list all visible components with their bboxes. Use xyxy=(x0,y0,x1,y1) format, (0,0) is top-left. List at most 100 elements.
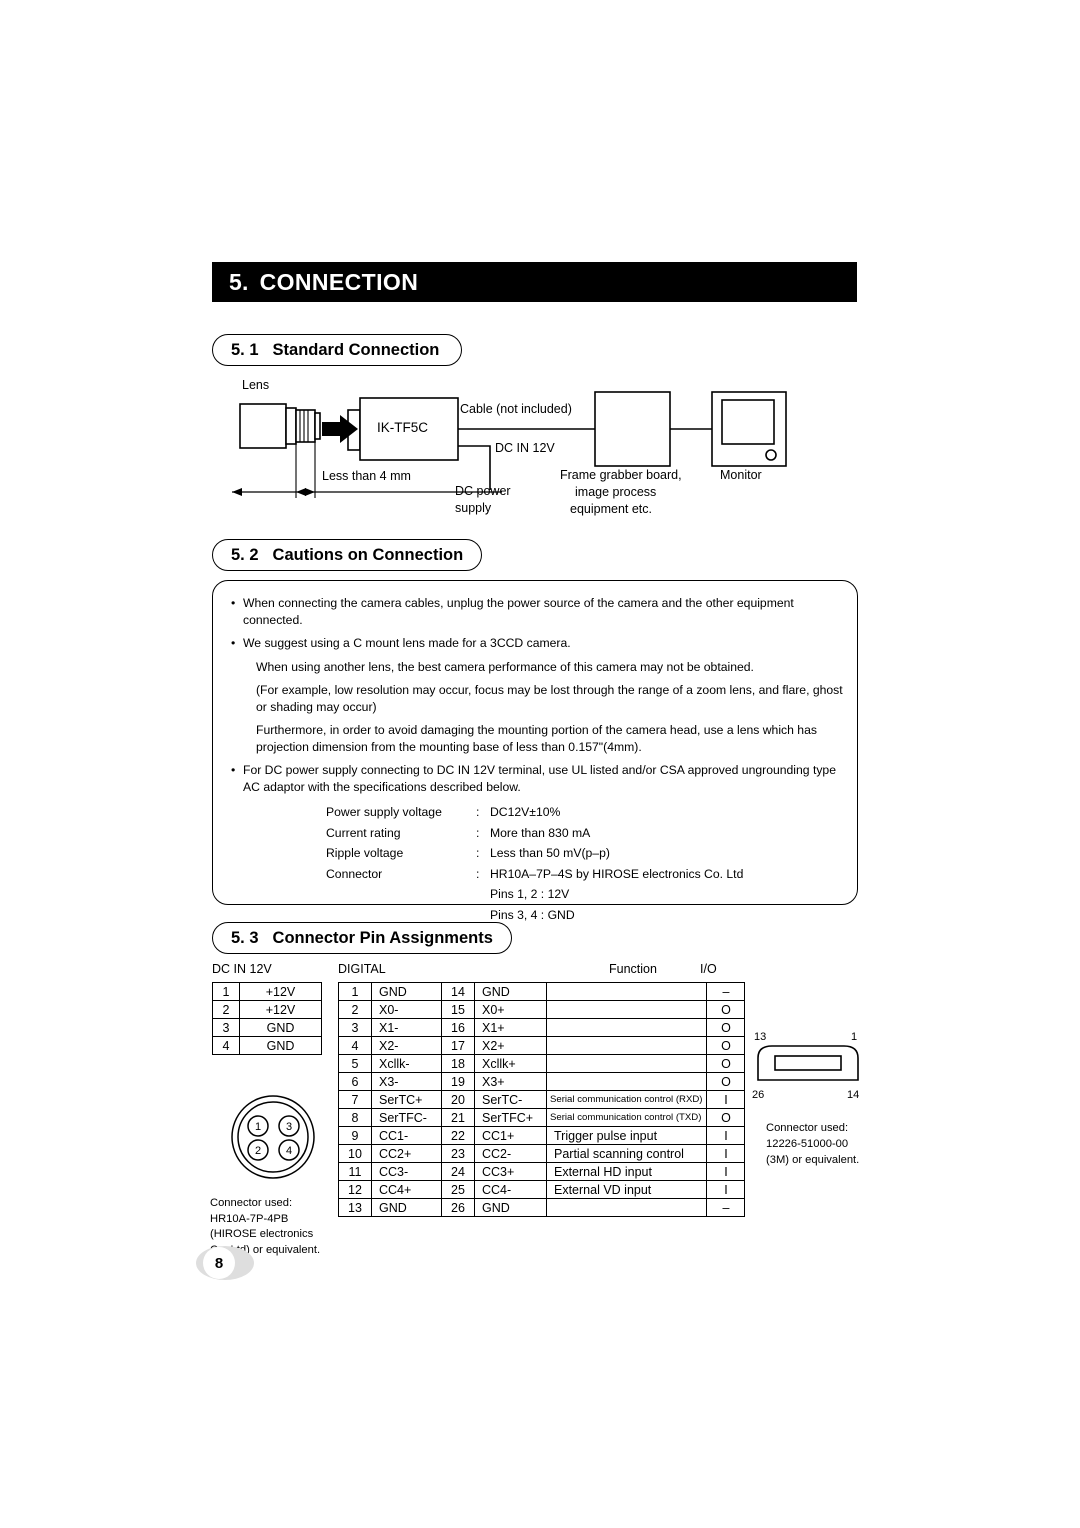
spec-extra-line: Pins 1, 2 : 12V xyxy=(490,887,570,901)
spec-value: DC12V±10% xyxy=(490,805,561,819)
table-row: 5 Xcllk- 18 Xcllk+ O xyxy=(338,1054,746,1073)
pin-number: 11 xyxy=(338,1162,372,1181)
pin-name: SerTC+ xyxy=(371,1090,442,1109)
diagram-framegrabber-line1: Frame grabber board, xyxy=(560,468,682,482)
caution-bullet-2-text: We suggest using a C mount lens made for… xyxy=(243,636,571,650)
page-number-badge: 8 xyxy=(196,1246,254,1280)
spec-row: Connector : HR10A–7P–4S by HIROSE electr… xyxy=(326,864,843,885)
table-row: 2 X0- 15 X0+ O xyxy=(338,1000,746,1019)
pin-io: I xyxy=(706,1126,746,1145)
dcin-pin-circle-label: 4 xyxy=(286,1145,292,1157)
pin-io: O xyxy=(706,1054,746,1073)
pin-number: 12 xyxy=(338,1180,372,1199)
pin-number: 22 xyxy=(441,1126,475,1145)
pin-name: CC2+ xyxy=(371,1144,442,1163)
pin-name: GND xyxy=(239,1036,322,1055)
pin-name: X3+ xyxy=(474,1072,547,1091)
pin-function xyxy=(545,1000,708,1019)
pin-number: 24 xyxy=(441,1162,475,1181)
pin-io: – xyxy=(706,982,746,1001)
dcin-pin-table: 1 +12V 2 +12V 3 GND 4 GND xyxy=(212,982,322,1055)
bullet-marker: • xyxy=(231,596,236,610)
pin-number: 19 xyxy=(441,1072,475,1091)
section-header-5-1: 5. 1 Standard Connection xyxy=(212,334,462,366)
digital-connector-corner-label: 1 xyxy=(851,1031,857,1043)
section-5-1-title: Standard Connection xyxy=(272,340,440,359)
table-row: 4 GND xyxy=(212,1036,322,1055)
diagram-framegrabber-line3: equipment etc. xyxy=(570,502,652,516)
caution-bullet-1: • When connecting the camera cables, unp… xyxy=(231,595,843,628)
pin-io: I xyxy=(706,1090,746,1109)
spec-colon: : xyxy=(476,825,480,840)
table-row: 2 +12V xyxy=(212,1000,322,1019)
section-5-3-number: 5. 3 xyxy=(231,928,259,947)
cautions-list: • When connecting the camera cables, unp… xyxy=(231,595,843,925)
table-row: 12 CC4+ 25 CC4- External VD input I xyxy=(338,1180,746,1199)
spec-name: Connector xyxy=(326,866,383,881)
pin-name: GND xyxy=(474,982,547,1001)
pin-number: 23 xyxy=(441,1144,475,1163)
pin-function xyxy=(545,1198,708,1217)
pin-number: 13 xyxy=(338,1198,372,1217)
pin-number: 15 xyxy=(441,1000,475,1019)
pin-number: 4 xyxy=(338,1036,372,1055)
pin-io: O xyxy=(706,1036,746,1055)
digital-connector-note-line: Connector used: xyxy=(766,1122,849,1134)
pin-number: 18 xyxy=(441,1054,475,1073)
pin-name: X1- xyxy=(371,1018,442,1037)
pin-number: 17 xyxy=(441,1036,475,1055)
diagram-cable-label: Cable (not included) xyxy=(460,402,572,416)
pin-name: CC3+ xyxy=(474,1162,547,1181)
chapter-title-bar: 5. CONNECTION xyxy=(212,262,857,302)
section-header-5-3: 5. 3 Connector Pin Assignments xyxy=(212,922,512,954)
digital-connector-corner-label: 14 xyxy=(847,1089,859,1101)
pin-number: 10 xyxy=(338,1144,372,1163)
pin-function: Trigger pulse input xyxy=(545,1126,708,1145)
pin-number: 8 xyxy=(338,1108,372,1127)
pin-io: I xyxy=(706,1144,746,1163)
pin-name: X2- xyxy=(371,1036,442,1055)
pin-function xyxy=(545,1036,708,1055)
diagram-lens-label: Lens xyxy=(242,378,270,392)
pin-number: 7 xyxy=(338,1090,372,1109)
pin-number: 16 xyxy=(441,1018,475,1037)
pin-number: 3 xyxy=(212,1018,240,1037)
digital-connector-drawing: 13 1 26 14 xyxy=(748,1028,868,1116)
caution-paragraph-1: When using another lens, the best camera… xyxy=(256,659,754,674)
diagram-dimension-label: Less than 4 mm xyxy=(322,469,411,483)
spec-name: Current rating xyxy=(326,825,401,840)
table-row: 1 GND 14 GND – xyxy=(338,982,746,1001)
pin-number: 20 xyxy=(441,1090,475,1109)
pin-function: Partial scanning control xyxy=(545,1144,708,1163)
caution-paragraph-3: Furthermore, in order to avoid damaging … xyxy=(256,723,817,754)
pin-name: CC1+ xyxy=(474,1126,547,1145)
spec-value: More than 830 mA xyxy=(490,825,591,840)
table-row: 9 CC1- 22 CC1+ Trigger pulse input I xyxy=(338,1126,746,1145)
table-row: 6 X3- 19 X3+ O xyxy=(338,1072,746,1091)
table-row: 11 CC3- 24 CC3+ External HD input I xyxy=(338,1162,746,1181)
digital-connector-corner-label: 26 xyxy=(752,1089,764,1101)
pin-io: I xyxy=(706,1180,746,1199)
pin-function: External VD input xyxy=(545,1180,708,1199)
pin-io: O xyxy=(706,1000,746,1019)
pin-number: 2 xyxy=(338,1000,372,1019)
pin-number: 3 xyxy=(338,1018,372,1037)
lens-body xyxy=(239,403,287,449)
spec-name: Power supply voltage xyxy=(326,805,442,819)
digital-connector-note: Connector used: 12226-51000-00 (3M) or e… xyxy=(766,1120,859,1168)
pin-name: X0- xyxy=(371,1000,442,1019)
pin-name: CC2- xyxy=(474,1144,547,1163)
pin-function: Serial communication control (RXD) xyxy=(545,1090,708,1109)
function-column-header: Function xyxy=(609,962,657,976)
pin-name: CC3- xyxy=(371,1162,442,1181)
pin-function xyxy=(545,1018,708,1037)
dcin-pin-circle-label: 1 xyxy=(255,1121,261,1133)
diagram-dcpower-line2: supply xyxy=(455,501,492,515)
pin-name: +12V xyxy=(239,1000,322,1019)
pin-function xyxy=(545,982,708,1001)
pin-name: Xcllk+ xyxy=(474,1054,547,1073)
pin-function xyxy=(545,1054,708,1073)
spec-row: Ripple voltage : Less than 50 mV(p–p) xyxy=(326,843,843,864)
caution-bullet-2: • We suggest using a C mount lens made f… xyxy=(231,635,843,652)
pin-function: External HD input xyxy=(545,1162,708,1181)
